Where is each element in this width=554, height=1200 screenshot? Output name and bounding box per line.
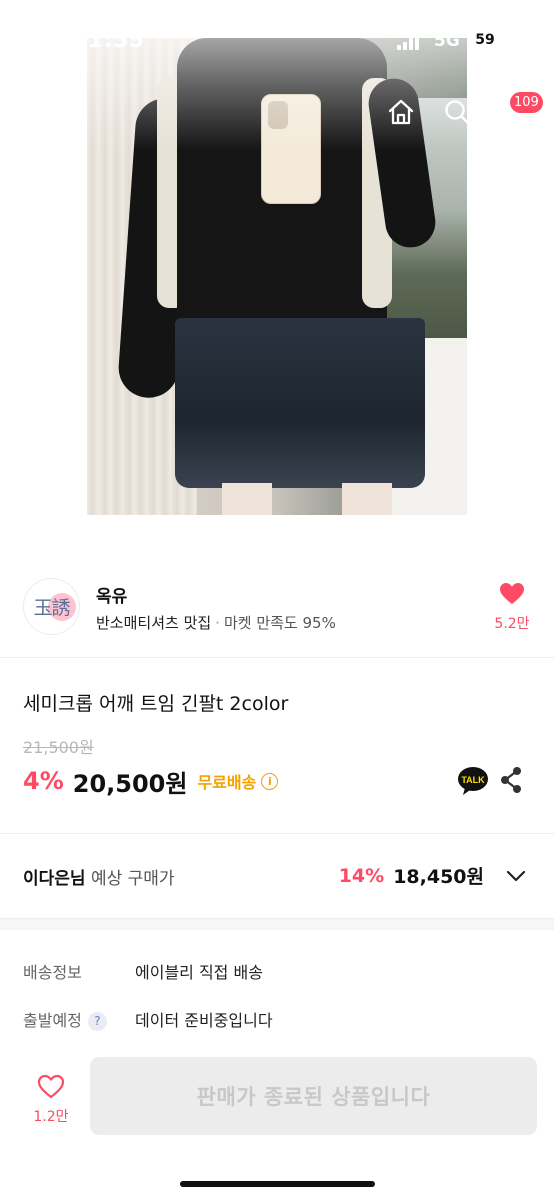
help-icon[interactable]: ?: [87, 1012, 107, 1031]
departure-label: 출발예정?: [23, 1007, 107, 1031]
search-button[interactable]: [437, 92, 477, 132]
departure-value: 데이터 준비중입니다: [135, 1011, 273, 1030]
battery-level: 59: [475, 32, 495, 48]
heart-outline-icon: [37, 1074, 65, 1099]
kakao-talk-label: TALK: [461, 775, 485, 785]
heart-filled-icon: [500, 583, 524, 604]
section-gap: [0, 918, 554, 930]
seller-tagline: 반소매티셔츠 맛집: [96, 614, 212, 632]
back-icon: [31, 96, 48, 128]
product-title: 세미크롭 어깨 트임 긴팔t 2color: [23, 693, 289, 715]
share-icon: [501, 767, 521, 793]
chevron-down-icon[interactable]: [506, 870, 526, 882]
price-row: 4% 20,500원 무료배송 i: [23, 764, 279, 798]
seller-favorite-button[interactable]: 5.2만: [490, 582, 534, 633]
discount-rate: 4%: [23, 767, 64, 795]
home-icon: [388, 99, 414, 125]
search-icon: [445, 100, 470, 125]
free-shipping-label: 무료배송: [197, 773, 257, 792]
seller-separator: ·: [215, 614, 220, 632]
info-icon[interactable]: i: [261, 772, 279, 790]
status-time: 11:55: [72, 28, 145, 53]
photo-leg-left: [222, 483, 272, 515]
seller-row[interactable]: 玉誘 옥유 반소매티셔츠 맛집 · 마켓 만족도 95% 5.2만: [0, 572, 554, 657]
home-indicator: [180, 1181, 375, 1187]
cart-count-badge: 109: [510, 92, 543, 113]
expected-price-caption: 예상 구매가: [90, 869, 175, 889]
seller-satisfaction: 마켓 만족도 95%: [223, 614, 336, 632]
shipping-info-value: 에이블리 직접 배송: [135, 963, 263, 982]
expected-price-row[interactable]: 이다은님 예상 구매가 14% 18,450원: [0, 834, 554, 918]
seller-avatar-logo: 玉誘: [33, 597, 70, 619]
expected-price-value: 14% 18,450원: [339, 862, 526, 889]
shipping-info-label: 배송정보: [23, 963, 82, 982]
expected-discount: 14%: [338, 864, 385, 887]
kakao-talk-button[interactable]: TALK: [457, 766, 489, 796]
user-name: 이다은님: [23, 869, 86, 889]
home-button[interactable]: [381, 92, 421, 132]
original-price: 21,500원: [23, 738, 94, 757]
bottom-like-count: 1.2만: [33, 1109, 69, 1125]
product-image-area: [0, 0, 554, 560]
seller-subtitle: 반소매티셔츠 맛집 · 마켓 만족도 95%: [96, 612, 336, 633]
divider: [0, 657, 554, 658]
sale-price: 20,500원: [72, 769, 188, 798]
kakao-talk-icon: TALK: [458, 767, 488, 795]
seller-like-count: 5.2만: [494, 616, 530, 632]
photo-leg-right: [342, 483, 392, 515]
network-type: 5G: [434, 31, 460, 51]
sold-out-button[interactable]: 판매가 종료된 상품입니다: [90, 1057, 537, 1135]
bottom-favorite-button[interactable]: 1.2만: [28, 1074, 74, 1126]
share-button[interactable]: [498, 766, 524, 794]
photo-skirt: [175, 318, 425, 488]
signal-icon: [397, 34, 421, 50]
seller-avatar[interactable]: 玉誘: [23, 578, 80, 635]
back-button[interactable]: [20, 92, 60, 132]
expected-price: 18,450원: [393, 866, 484, 888]
status-bar: 11:55 5G 59: [0, 0, 554, 80]
expected-price-label: 이다은님 예상 구매가: [23, 864, 175, 889]
departure-label-text: 출발예정: [23, 1011, 82, 1030]
seller-name[interactable]: 옥유: [96, 582, 127, 607]
battery-icon: 59: [469, 31, 505, 51]
